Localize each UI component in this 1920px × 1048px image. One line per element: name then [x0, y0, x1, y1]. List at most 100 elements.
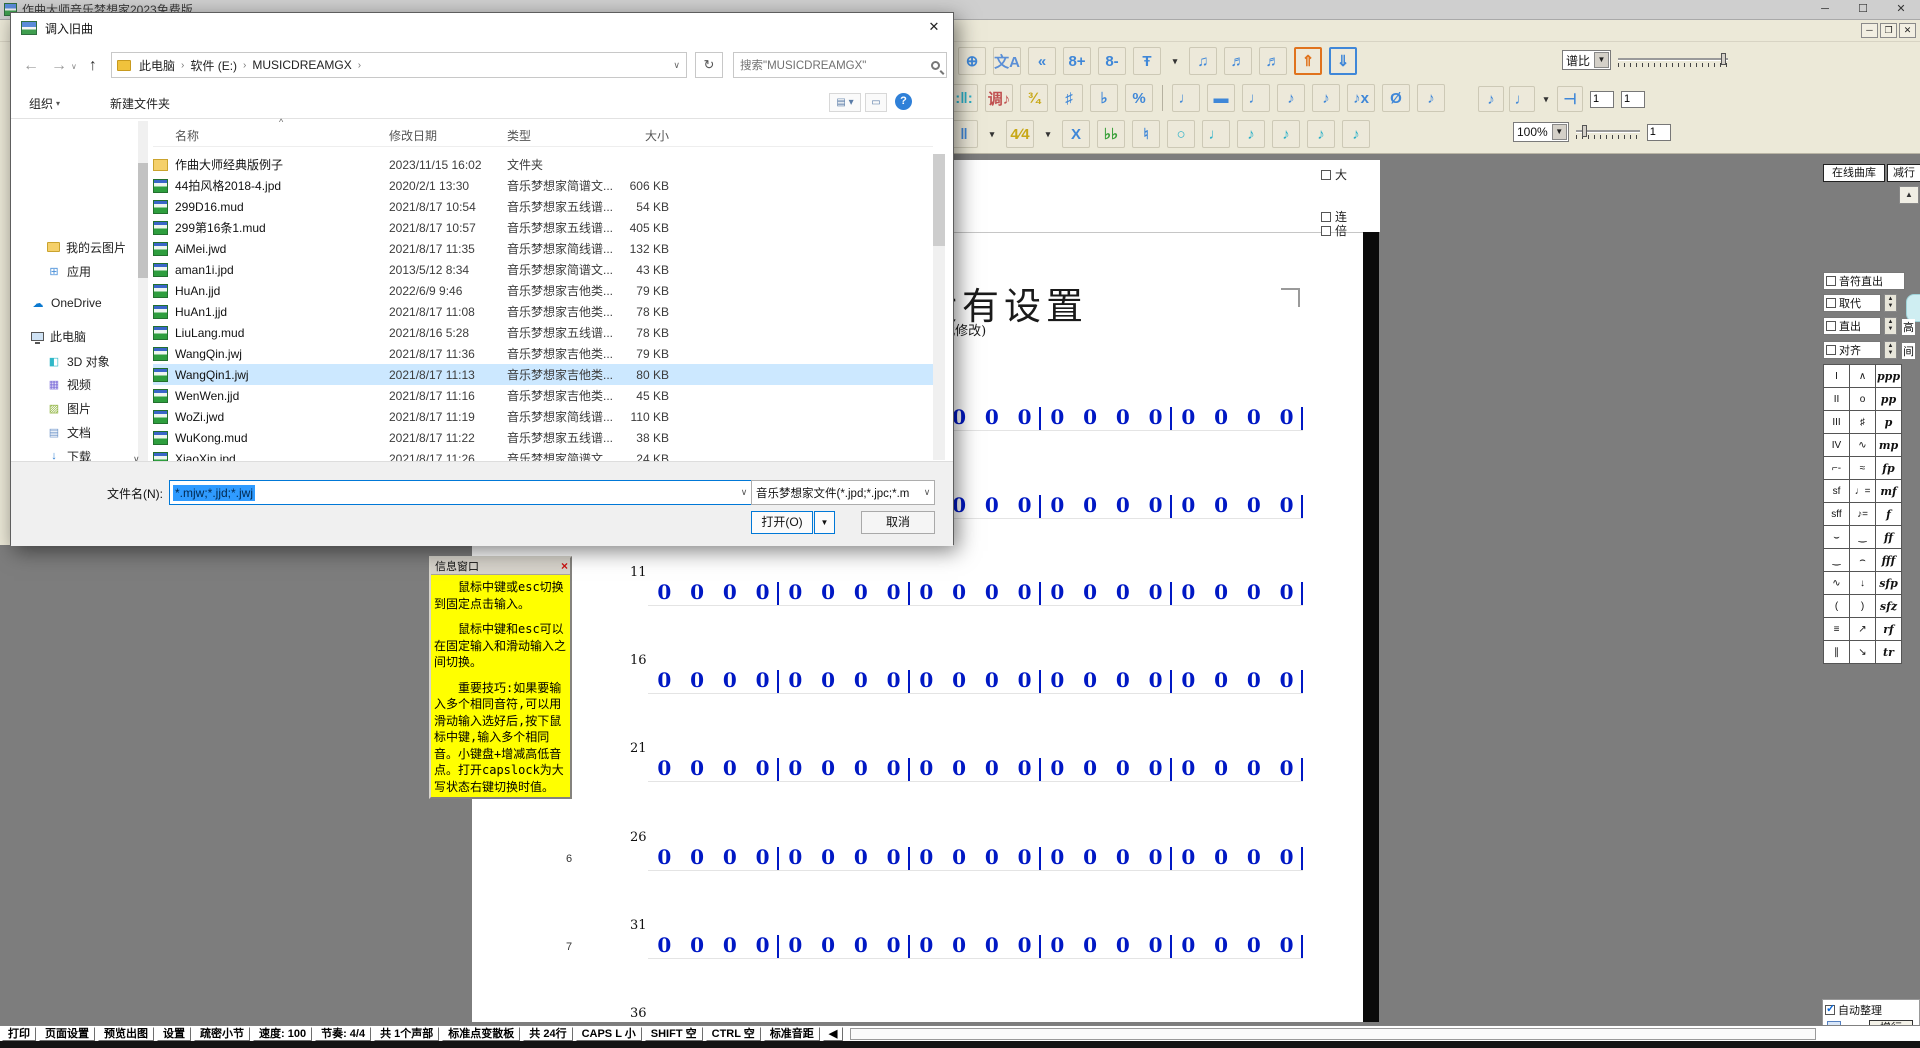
measure[interactable]: 0000	[1172, 1021, 1303, 1022]
tuplet-input-2[interactable]	[1621, 91, 1645, 108]
mute-note-button[interactable]: ♪x	[1347, 84, 1375, 112]
measure[interactable]: 0000	[1041, 493, 1172, 523]
symbol-mf[interactable]: mf	[1876, 480, 1902, 503]
symbol-sf[interactable]: sf	[1824, 480, 1850, 503]
panel-check-对齐[interactable]: 对齐	[1823, 341, 1881, 359]
flag-倍[interactable]: 倍	[1321, 222, 1347, 239]
notation-system[interactable]: 00000000000000000000	[648, 580, 1303, 610]
measure[interactable]: 0000	[648, 1021, 779, 1022]
dialog-titlebar[interactable]: 调入旧曲	[11, 13, 953, 43]
symbol-∿[interactable]: ∿	[1850, 434, 1876, 457]
symbol-♩=[interactable]: ♩=	[1850, 480, 1876, 503]
symbol-sfp[interactable]: sfp	[1876, 572, 1902, 595]
flag-checkbox[interactable]	[1321, 226, 1331, 236]
scale-combo[interactable]: 谱比 ▼	[1562, 50, 1611, 70]
filename-dropdown-icon[interactable]: ∨	[736, 487, 752, 498]
octave-up-button[interactable]: 8+	[1063, 47, 1091, 75]
status-打印[interactable]: 打印	[2, 1027, 36, 1041]
measure[interactable]: 0000	[648, 668, 779, 698]
symbol-tr[interactable]: tr	[1876, 641, 1902, 664]
measure[interactable]: 0000	[1041, 405, 1172, 435]
search-input[interactable]: 搜索"MUSICDREAMGX"	[733, 52, 947, 78]
mdi-minimize-button[interactable]: ─	[1861, 23, 1878, 38]
eighth-cyan-button[interactable]: ♪	[1237, 120, 1265, 148]
symbol-⌢[interactable]: ⌢	[1850, 549, 1876, 572]
file-row-HuAn1.jjd[interactable]: HuAn1.jjd2021/8/17 11:08音乐梦想家吉他类...78 KB	[153, 301, 933, 322]
key-clef-button[interactable]: 调♪	[985, 84, 1013, 112]
sidebar-item-文档[interactable]: ▤文档	[11, 422, 137, 442]
status-速度: 100[interactable]: 速度: 100	[253, 1027, 312, 1041]
grace-notes-button[interactable]: ♬	[1259, 47, 1287, 75]
flag-大[interactable]: 大	[1321, 166, 1347, 183]
quarter-note-2-button[interactable]: ♩	[1242, 84, 1270, 112]
octave-down-button[interactable]: 8-	[1098, 47, 1126, 75]
symbol-o[interactable]: o	[1850, 388, 1876, 411]
column-name[interactable]: 名称	[175, 127, 389, 144]
refresh-icon[interactable]: ↻	[695, 52, 723, 78]
measure[interactable]: 0000	[1041, 1021, 1172, 1022]
measure[interactable]: 0000	[1041, 580, 1172, 610]
symbol-‿[interactable]: ‿	[1824, 549, 1850, 572]
status-预览出图[interactable]: 预览出图	[98, 1027, 154, 1041]
measure[interactable]: 0000	[1172, 493, 1303, 523]
spinner-取代[interactable]: ▲▼	[1884, 294, 1897, 312]
preview-pane-icon[interactable]: ▭	[865, 93, 887, 112]
filename-combobox[interactable]: *.mjw;*.jjd;*.jwj ∨	[169, 480, 753, 505]
measure[interactable]: 0000	[910, 580, 1041, 610]
file-row-HuAn.jjd[interactable]: HuAn.jjd2022/6/9 9:46音乐梦想家吉他类...79 KB	[153, 280, 933, 301]
notation-system[interactable]: 00000000000000000000	[648, 845, 1303, 875]
sidebar-item-此电脑[interactable]: 此电脑	[11, 326, 137, 346]
online-library-button[interactable]: 在线曲库	[1823, 164, 1885, 182]
status-设置[interactable]: 设置	[157, 1027, 191, 1041]
file-list-scroll-thumb[interactable]	[933, 154, 945, 246]
symbol-↗[interactable]: ↗	[1850, 618, 1876, 641]
maximize-button[interactable]: ☐	[1844, 0, 1882, 19]
panel-check-音符直出[interactable]: 音符直出	[1823, 272, 1905, 290]
panel-checkbox[interactable]	[1826, 276, 1836, 286]
symbol-sfz[interactable]: sfz	[1876, 595, 1902, 618]
measure[interactable]: 0000	[1041, 845, 1172, 875]
double-flat-button[interactable]: ♭♭	[1097, 120, 1125, 148]
symbol-♯[interactable]: ♯	[1850, 411, 1876, 434]
barline-dropdown-button[interactable]: ▾	[985, 120, 999, 148]
flag-checkbox[interactable]	[1321, 212, 1331, 222]
mdi-close-button[interactable]: ✕	[1899, 23, 1916, 38]
measure[interactable]: 0000	[1041, 756, 1172, 786]
reduce-row-button[interactable]: 减行	[1887, 164, 1920, 182]
symbol-f[interactable]: f	[1876, 503, 1902, 526]
back-icon[interactable]: ←	[23, 57, 39, 75]
history-dropdown-icon[interactable]: ∨	[71, 62, 77, 71]
measure[interactable]: 0000	[1041, 668, 1172, 698]
eighth-note-2-button[interactable]: ♪	[1312, 84, 1340, 112]
sidebar-item-图片[interactable]: ▨图片	[11, 398, 137, 418]
text-tool-button[interactable]: 文A	[993, 47, 1021, 75]
breadcrumb-item[interactable]: MUSICDREAMGX	[248, 58, 355, 72]
scale-slider[interactable]	[1618, 52, 1728, 68]
column-date[interactable]: 修改日期	[389, 127, 507, 144]
natural-button[interactable]: ♮	[1132, 120, 1160, 148]
sidebar-item-视频[interactable]: ▦视频	[11, 374, 137, 394]
meter-dropdown-button[interactable]: ▾	[1041, 120, 1055, 148]
measure[interactable]: 0000	[779, 580, 910, 610]
sidebar-item-OneDrive[interactable]: ☁OneDrive	[11, 293, 137, 313]
open-split-arrow[interactable]: ▼	[814, 511, 835, 534]
measure[interactable]: 0000	[1172, 933, 1303, 963]
symbol-⌣[interactable]: ⌣	[1824, 526, 1850, 549]
status-标准音距[interactable]: 标准音距	[764, 1027, 820, 1041]
status-◀[interactable]: ◀	[823, 1027, 843, 1041]
zoom-combo[interactable]: 100% ▼	[1513, 122, 1569, 142]
measure[interactable]: 0000	[779, 933, 910, 963]
symbol-p[interactable]: p	[1876, 411, 1902, 434]
small-note-button[interactable]: ♪	[1417, 84, 1445, 112]
file-row-WoZi.jwd[interactable]: WoZi.jwd2021/8/17 11:19音乐梦想家简线谱...110 KB	[153, 406, 933, 427]
up-icon[interactable]: ↑	[89, 57, 97, 75]
repeat-sign-button[interactable]: %	[1125, 84, 1153, 112]
sidebar-item-下载[interactable]: ↓下载	[11, 446, 137, 461]
status-疏密小节[interactable]: 疏密小节	[194, 1027, 250, 1041]
symbol-∿[interactable]: ∿	[1824, 572, 1850, 595]
time-sig-34-button[interactable]: ¾	[1020, 84, 1048, 112]
status-页面设置[interactable]: 页面设置	[39, 1027, 95, 1041]
symbol-I[interactable]: I	[1824, 365, 1850, 388]
symbol-rf[interactable]: rf	[1876, 618, 1902, 641]
measure[interactable]: 0000	[1172, 845, 1303, 875]
